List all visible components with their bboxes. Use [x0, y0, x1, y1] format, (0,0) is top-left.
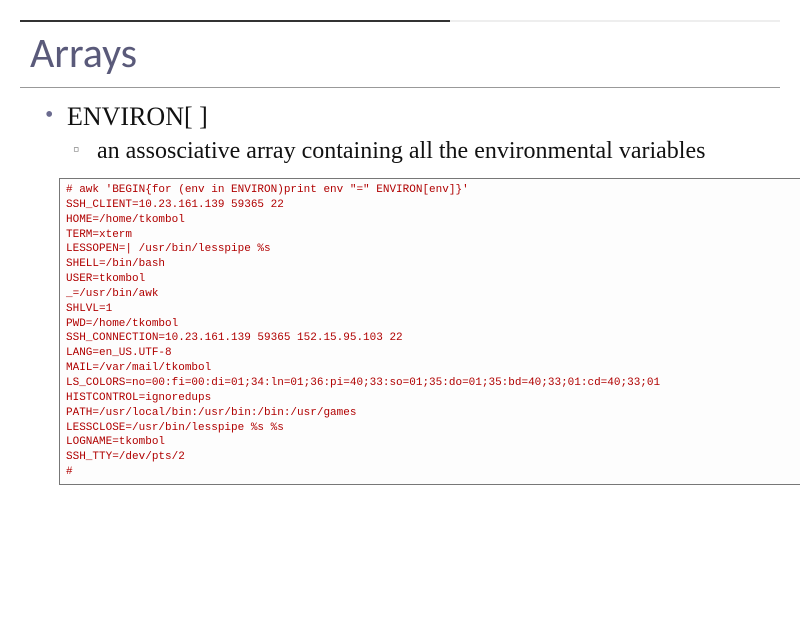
code-line: # awk 'BEGIN{for (env in ENVIRON)print e…	[66, 184, 469, 196]
code-line: LS_COLORS=no=00:fi=00:di=01;34:ln=01;36:…	[66, 377, 660, 389]
code-line: #	[66, 466, 73, 478]
code-line: SSH_CLIENT=10.23.161.139 59365 22	[66, 199, 284, 211]
code-line: HOME=/home/tkombol	[66, 214, 185, 226]
code-line: PATH=/usr/local/bin:/usr/bin:/bin:/usr/g…	[66, 407, 356, 419]
code-line: PWD=/home/tkombol	[66, 318, 178, 330]
code-block: # awk 'BEGIN{for (env in ENVIRON)print e…	[59, 178, 800, 485]
code-line: USER=tkombol	[66, 273, 145, 285]
code-line: MAIL=/var/mail/tkombol	[66, 362, 211, 374]
code-line: SSH_TTY=/dev/pts/2	[66, 451, 185, 463]
code-line: HISTCONTROL=ignoredups	[66, 392, 211, 404]
code-line: LANG=en_US.UTF-8	[66, 347, 172, 359]
bullet-description: an assosciative array containing all the…	[45, 136, 770, 166]
bullet-list: ENVIRON[ ] an assosciative array contain…	[45, 102, 770, 166]
page-title: Arrays	[20, 22, 780, 88]
code-line: LESSOPEN=| /usr/bin/lesspipe %s	[66, 243, 271, 255]
bullet-environ: ENVIRON[ ]	[45, 102, 770, 132]
code-line: TERM=xterm	[66, 229, 132, 241]
code-line: _=/usr/bin/awk	[66, 288, 158, 300]
code-line: LESSCLOSE=/usr/bin/lesspipe %s %s	[66, 422, 284, 434]
code-line: LOGNAME=tkombol	[66, 436, 165, 448]
code-line: SHELL=/bin/bash	[66, 258, 165, 270]
content-area: ENVIRON[ ] an assosciative array contain…	[0, 88, 800, 485]
title-bar: Arrays	[20, 20, 780, 88]
slide: Arrays ENVIRON[ ] an assosciative array …	[0, 20, 800, 620]
code-line: SHLVL=1	[66, 303, 112, 315]
code-line: SSH_CONNECTION=10.23.161.139 59365 152.1…	[66, 332, 403, 344]
